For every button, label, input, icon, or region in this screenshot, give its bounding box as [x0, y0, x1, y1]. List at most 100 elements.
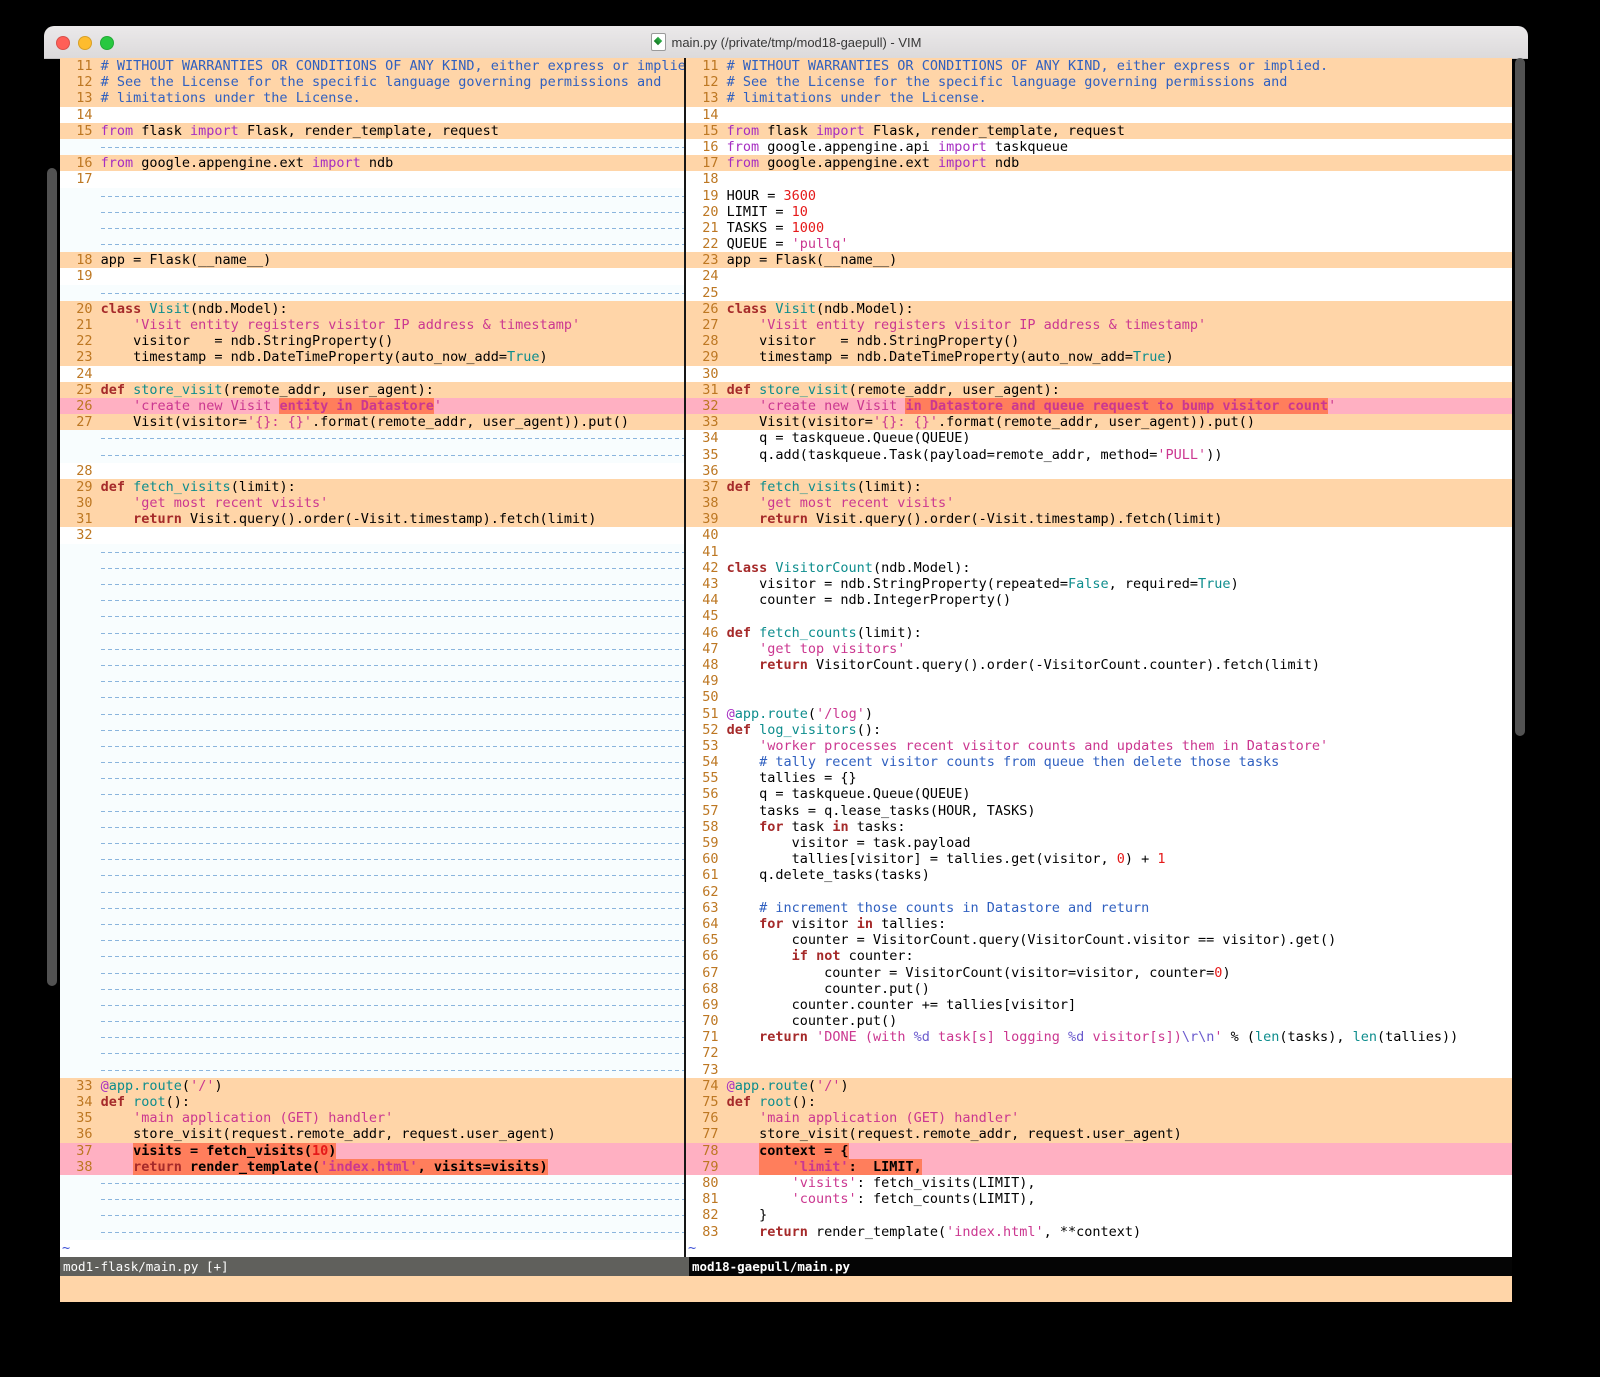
filler-dashes [101, 843, 684, 844]
filler-dashes [101, 746, 684, 747]
filler-dashes [101, 1021, 684, 1022]
tilde-marker: ~ [686, 1240, 696, 1256]
filler-dashes [101, 196, 684, 197]
code-line: 19HOUR = 3600 [686, 188, 1512, 204]
line-number: 58 [686, 819, 727, 835]
code-line: 56 q = taskqueue.Queue(QUEUE) [686, 786, 1512, 802]
diff-filler-line [60, 673, 684, 689]
code-line: 19 [60, 268, 684, 284]
filler-dashes [101, 455, 684, 456]
line-number: 33 [686, 414, 727, 430]
empty-buffer-line: ~ [60, 1240, 684, 1256]
filler-dashes [101, 228, 684, 229]
code-line: 16from google.appengine.api import taskq… [686, 139, 1512, 155]
code-line: 41 [686, 544, 1512, 560]
vim-logo-diamond [653, 37, 661, 45]
line-number: 43 [686, 576, 727, 592]
diff-filler-line [60, 592, 684, 608]
code-line: 80 'visits': fetch_visits(LIMIT), [686, 1175, 1512, 1191]
filler-dashes [101, 940, 684, 941]
diff-filler-line [60, 997, 684, 1013]
line-number: 16 [60, 155, 101, 171]
diff-filler-line [60, 188, 684, 204]
code-line: 31 return Visit.query().order(-Visit.tim… [60, 511, 684, 527]
diff-filler-line [60, 1013, 684, 1029]
code-line: 30 'get most recent visits' [60, 495, 684, 511]
code-line: 61 q.delete_tasks(tasks) [686, 867, 1512, 883]
line-number: 36 [60, 1126, 101, 1142]
diff-filler-line [60, 738, 684, 754]
filler-dashes [101, 892, 684, 893]
code-line: 53 'worker processes recent visitor coun… [686, 738, 1512, 754]
line-number: 20 [686, 204, 727, 220]
diff-filler-line [60, 285, 684, 301]
code-line: 72 [686, 1045, 1512, 1061]
filler-dashes [101, 1037, 684, 1038]
line-number: 17 [60, 171, 101, 187]
line-number: 41 [686, 544, 727, 560]
code-line: 69 counter.counter += tallies[visitor] [686, 997, 1512, 1013]
code-line: 20LIMIT = 10 [686, 204, 1512, 220]
diff-filler-line [60, 948, 684, 964]
line-number: 18 [60, 252, 101, 268]
code-line: 16from google.appengine.ext import ndb [60, 155, 684, 171]
line-number: 50 [686, 689, 727, 705]
diff-filler-line [60, 706, 684, 722]
code-line: 57 tasks = q.lease_tasks(HOUR, TASKS) [686, 803, 1512, 819]
line-number: 19 [686, 188, 727, 204]
filler-dashes [101, 665, 684, 666]
code-line: 31def store_visit(remote_addr, user_agen… [686, 382, 1512, 398]
line-number: 36 [686, 463, 727, 479]
code-line: 26 'create new Visit entity in Datastore… [60, 398, 684, 414]
left-pane-buffer[interactable]: 11# WITHOUT WARRANTIES OR CONDITIONS OF … [60, 58, 684, 1257]
statusline-right: mod18-gaepull/main.py [689, 1257, 1512, 1276]
diff-filler-line [60, 884, 684, 900]
line-number: 63 [686, 900, 727, 916]
code-line: 59 visitor = task.payload [686, 835, 1512, 851]
line-number: 28 [686, 333, 727, 349]
line-number: 68 [686, 981, 727, 997]
line-number: 21 [686, 220, 727, 236]
filler-dashes [101, 762, 684, 763]
line-number: 29 [686, 349, 727, 365]
filler-dashes [101, 827, 684, 828]
line-number: 30 [686, 366, 727, 382]
line-number: 81 [686, 1191, 727, 1207]
code-line: 62 [686, 884, 1512, 900]
screenshot-root: { "window": { "title": "main.py (/privat… [0, 0, 1600, 1377]
line-number: 35 [60, 1110, 101, 1126]
line-number: 37 [60, 1143, 101, 1159]
window-title: main.py (/private/tmp/mod18-gaepull) - V… [672, 35, 922, 50]
filler-dashes [101, 1005, 684, 1006]
right-pane-scrollbar-thumb[interactable] [1515, 58, 1525, 736]
filler-dashes [101, 633, 684, 634]
statusline-left: mod1-flask/main.py [+] [60, 1257, 689, 1276]
window-title-area: main.py (/private/tmp/mod18-gaepull) - V… [44, 26, 1528, 58]
code-line: 48 return VisitorCount.query().order(-Vi… [686, 657, 1512, 673]
code-line: 58 for task in tasks: [686, 819, 1512, 835]
diff-filler-line [60, 689, 684, 705]
line-number: 65 [686, 932, 727, 948]
tilde-marker: ~ [60, 1240, 70, 1256]
code-line: 23app = Flask(__name__) [686, 252, 1512, 268]
code-line: 82 } [686, 1207, 1512, 1223]
right-pane-buffer[interactable]: 11# WITHOUT WARRANTIES OR CONDITIONS OF … [686, 58, 1512, 1257]
line-number: 83 [686, 1224, 727, 1240]
line-number: 80 [686, 1175, 727, 1191]
code-line: 27 Visit(visitor='{}: {}'.format(remote_… [60, 414, 684, 430]
line-number: 14 [686, 107, 727, 123]
code-line: 68 counter.put() [686, 981, 1512, 997]
code-line: 36 store_visit(request.remote_addr, requ… [60, 1126, 684, 1142]
filler-dashes [101, 714, 684, 715]
code-line: 28 visitor = ndb.StringProperty() [686, 333, 1512, 349]
line-number: 15 [60, 123, 101, 139]
diff-filler-line [60, 1175, 684, 1191]
code-line: 13# limitations under the License. [686, 90, 1512, 106]
filler-dashes [101, 293, 684, 294]
code-line: 11# WITHOUT WARRANTIES OR CONDITIONS OF … [686, 58, 1512, 74]
code-line: 73 [686, 1062, 1512, 1078]
code-line: 76 'main application (GET) handler' [686, 1110, 1512, 1126]
code-line: 27 'Visit entity registers visitor IP ad… [686, 317, 1512, 333]
left-pane-scrollbar-thumb[interactable] [47, 168, 57, 986]
line-number: 77 [686, 1126, 727, 1142]
